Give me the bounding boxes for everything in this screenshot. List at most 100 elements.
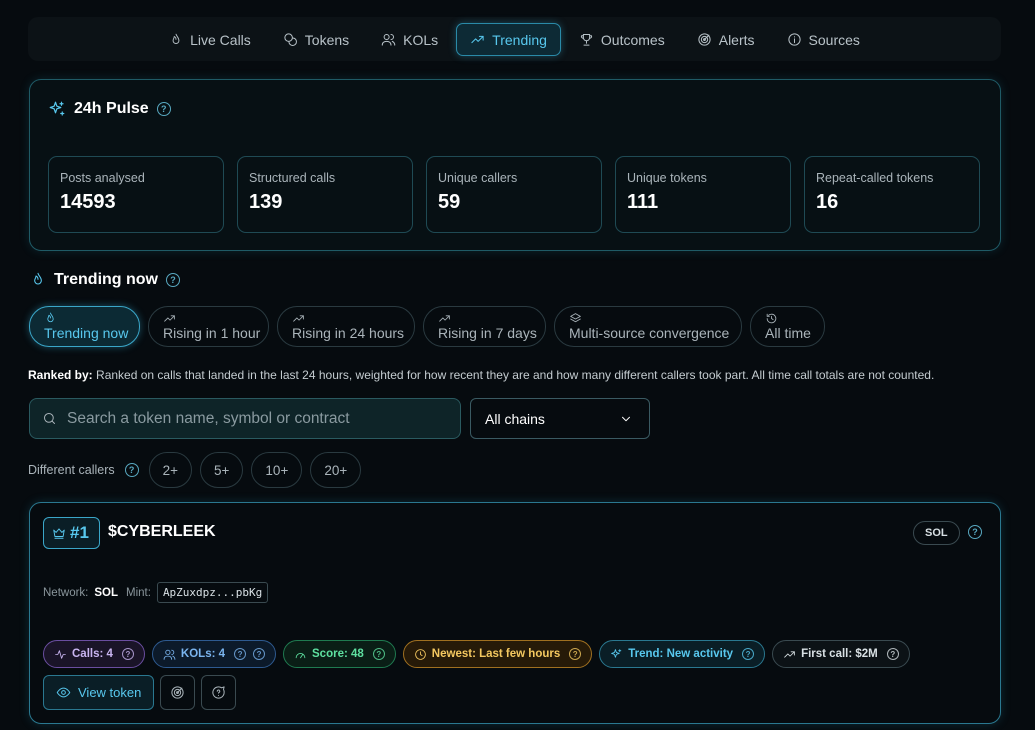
radar-icon: [170, 685, 185, 700]
tab-label: Live Calls: [190, 31, 251, 48]
stat-unique-tokens: Unique tokens 111: [615, 156, 791, 233]
clock-icon: [414, 648, 427, 661]
tab-outcomes[interactable]: Outcomes: [565, 23, 679, 56]
ask-button[interactable]: [201, 675, 237, 710]
help-icon[interactable]: ?: [742, 648, 755, 660]
help-icon[interactable]: ?: [886, 648, 899, 660]
filter-label: Rising in 24 hours: [292, 325, 405, 341]
chain-select-value: All chains: [485, 410, 545, 427]
filter-label: Rising in 1 hour: [163, 325, 261, 341]
score-badge: Score: 48 ?: [283, 640, 396, 668]
token-actions: View token: [43, 675, 237, 710]
flame-icon: [30, 272, 46, 288]
search-input[interactable]: [67, 409, 447, 428]
tab-alerts[interactable]: Alerts: [683, 23, 769, 56]
help-icon[interactable]: ?: [968, 525, 982, 539]
info-icon: [787, 32, 802, 47]
ranked-by-label: Ranked by:: [28, 368, 93, 382]
rank-badge: #1: [43, 517, 100, 549]
stat-value: 16: [816, 191, 839, 213]
token-badges: Calls: 4 ? KOLs: 4 ? ? Score: 48 ? Newes…: [43, 640, 910, 668]
sparkles-icon: [610, 648, 623, 661]
token-name[interactable]: $CYBERLEEK: [108, 523, 216, 541]
callers-label: Different callers: [28, 463, 115, 477]
trending-filters: Trending now Rising in 1 hour Rising in …: [29, 306, 825, 347]
callers-option-5[interactable]: 5+: [200, 452, 244, 488]
score-badge-text: Score: 48: [312, 648, 364, 660]
tab-live-calls[interactable]: Live Calls: [155, 23, 265, 56]
filter-rising-7d[interactable]: Rising in 7 days: [423, 306, 546, 347]
trending-up-icon: [292, 312, 305, 325]
newest-badge-text: Newest: Last few hours: [431, 648, 561, 660]
users-icon: [381, 32, 396, 47]
tab-label: Alerts: [718, 31, 755, 48]
callers-option-10[interactable]: 10+: [251, 452, 303, 488]
crown-icon: [52, 526, 66, 540]
nav-tabs: Live Calls Tokens KOLs Trending Outcomes…: [28, 23, 1001, 56]
filter-label: All time: [765, 325, 811, 341]
mint-label: Mint:: [126, 586, 151, 599]
pulse-title: 24h Pulse: [74, 100, 149, 117]
coins-icon: [283, 32, 298, 47]
trending-up-icon: [783, 648, 796, 661]
stat-label: Posts analysed: [60, 171, 145, 185]
chevron-down-icon: [619, 412, 633, 426]
stat-value: 14593: [60, 191, 116, 213]
help-icon[interactable]: ?: [234, 648, 247, 660]
help-icon[interactable]: ?: [166, 273, 180, 287]
network-row: Network: SOL Mint: ApZuxdpz...pbKg: [43, 582, 269, 603]
filter-rising-24h[interactable]: Rising in 24 hours: [277, 306, 415, 347]
stat-posts-analysed: Posts analysed 14593: [48, 156, 224, 233]
filter-rising-1h[interactable]: Rising in 1 hour: [148, 306, 269, 347]
stat-label: Repeat-called tokens: [816, 171, 934, 185]
stat-structured-calls: Structured calls 139: [237, 156, 413, 233]
mint-address[interactable]: ApZuxdpz...pbKg: [156, 582, 269, 603]
tab-label: Trending: [492, 31, 547, 48]
tab-sources[interactable]: Sources: [773, 23, 874, 56]
tab-label: KOLs: [403, 31, 439, 48]
tab-tokens[interactable]: Tokens: [269, 23, 363, 56]
help-icon[interactable]: ?: [156, 102, 171, 116]
stat-value: 139: [249, 191, 283, 213]
ranked-by-text: Ranked on calls that landed in the last …: [96, 368, 935, 382]
pulse-card: 24h Pulse ? Posts analysed 14593 Structu…: [29, 79, 1001, 251]
callers-option-2[interactable]: 2+: [148, 452, 193, 488]
pulse-stats: Posts analysed 14593 Structured calls 13…: [48, 156, 980, 233]
stat-unique-callers: Unique callers 59: [426, 156, 602, 233]
first-call-badge: First call: $2M ?: [772, 640, 910, 668]
search-icon: [42, 411, 57, 426]
trending-up-icon: [438, 312, 451, 325]
filter-label: Rising in 7 days: [438, 325, 537, 341]
kols-badge-text: KOLs: 4: [180, 648, 226, 660]
stat-repeat-called-tokens: Repeat-called tokens 16: [804, 156, 980, 233]
newest-badge: Newest: Last few hours ?: [402, 640, 593, 668]
filter-all-time[interactable]: All time: [750, 306, 825, 347]
view-token-button[interactable]: View token: [43, 675, 155, 710]
filter-trending-now[interactable]: Trending now: [29, 306, 140, 347]
filter-label: Multi-source convergence: [569, 325, 730, 341]
help-icon[interactable]: ?: [124, 463, 139, 477]
radar-button[interactable]: [160, 675, 196, 710]
eye-icon: [56, 685, 71, 700]
sparkles-icon: [48, 100, 66, 118]
trend-badge-text: Trend: New activity: [628, 648, 734, 660]
filter-multi-source[interactable]: Multi-source convergence: [554, 306, 742, 347]
chain-badge: SOL: [913, 521, 960, 545]
users-icon: [163, 648, 176, 661]
trending-header: Trending now ?: [30, 271, 180, 289]
help-icon[interactable]: ?: [121, 648, 134, 660]
help-icon[interactable]: ?: [253, 648, 266, 660]
help-icon[interactable]: ?: [372, 648, 385, 660]
tab-label: Outcomes: [600, 31, 665, 48]
tab-trending[interactable]: Trending: [456, 23, 561, 56]
tab-kols[interactable]: KOLs: [367, 23, 452, 56]
message-question-icon: [211, 685, 226, 700]
help-icon[interactable]: ?: [569, 648, 582, 660]
view-token-label: View token: [78, 685, 142, 700]
kols-badge: KOLs: 4 ? ?: [151, 640, 277, 668]
trophy-icon: [579, 32, 594, 47]
first-call-badge-text: First call: $2M: [801, 648, 878, 660]
pulse-header: 24h Pulse ?: [48, 100, 171, 118]
chain-select[interactable]: All chains: [470, 398, 650, 439]
callers-option-20[interactable]: 20+: [310, 452, 362, 488]
